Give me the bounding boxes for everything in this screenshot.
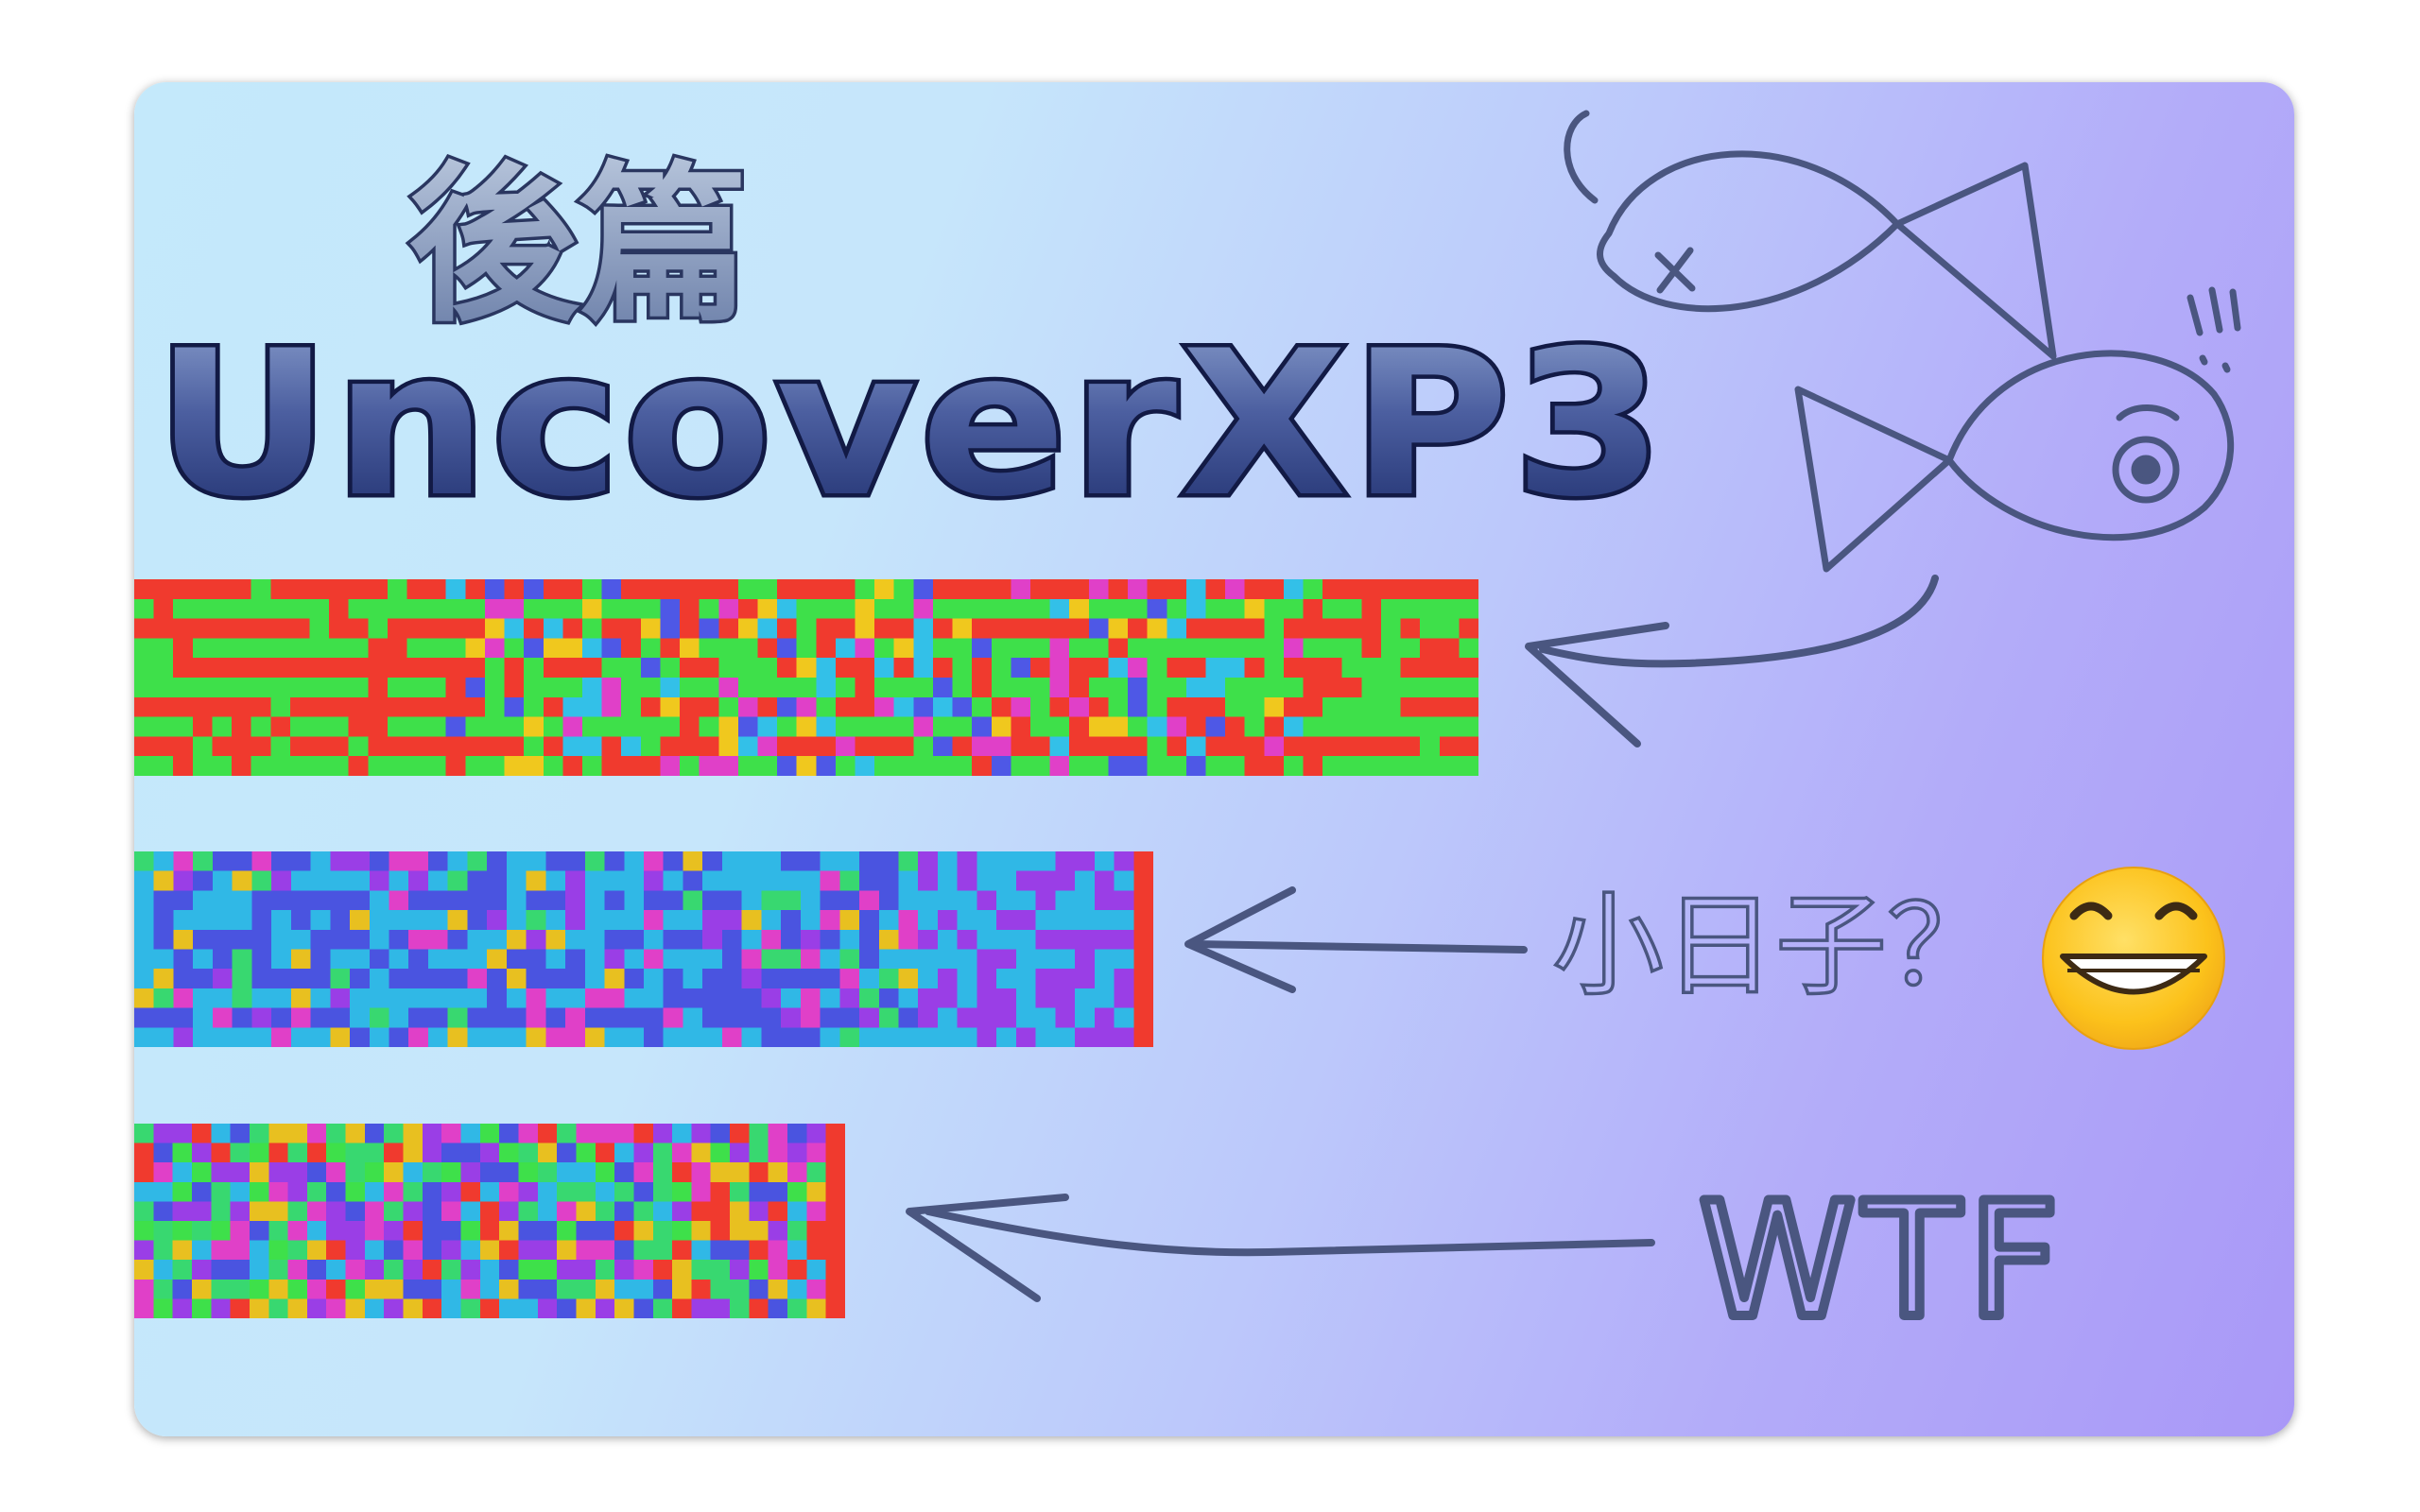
fish-doodle-icon: [1794, 286, 2241, 573]
annotation-middle: 小日子？: [1552, 881, 1998, 1011]
arrow-left-icon: [906, 1194, 1655, 1302]
grinning-face-emoji-icon: [2042, 867, 2225, 1050]
image-card: 後篇 UncoverXP3 小日子？ WTF: [134, 82, 2294, 1436]
arrow-left-icon: [1525, 575, 1939, 747]
title-main: UncoverXP3: [155, 307, 1668, 541]
annotation-bottom: WTF: [1699, 1168, 2066, 1353]
artwork-layer: 後篇 UncoverXP3 小日子？ WTF: [151, 110, 2241, 1358]
arrow-left-icon: [1184, 886, 1528, 993]
